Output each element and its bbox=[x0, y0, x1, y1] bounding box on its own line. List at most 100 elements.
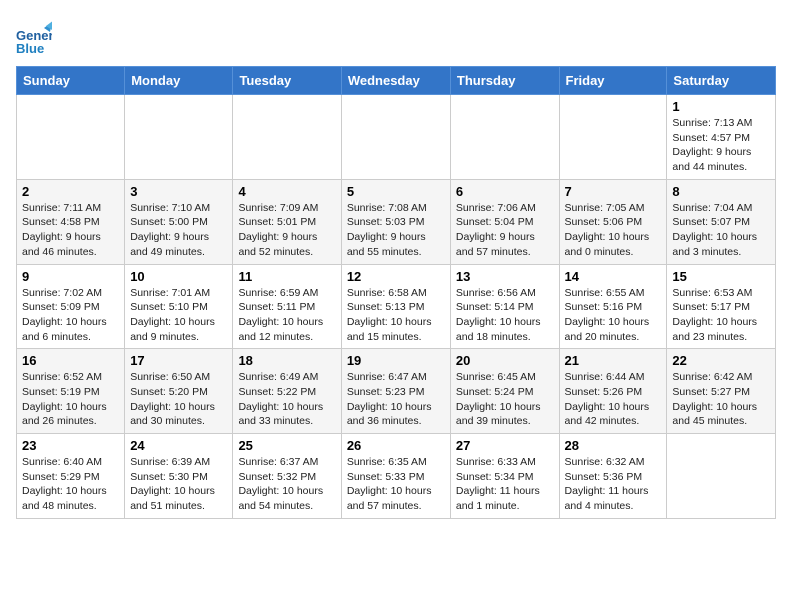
day-info: Sunrise: 6:42 AM Sunset: 5:27 PM Dayligh… bbox=[672, 370, 770, 429]
day-number: 4 bbox=[238, 184, 335, 199]
day-info: Sunrise: 6:52 AM Sunset: 5:19 PM Dayligh… bbox=[22, 370, 119, 429]
day-info: Sunrise: 6:55 AM Sunset: 5:16 PM Dayligh… bbox=[565, 286, 662, 345]
calendar-cell: 24 Sunrise: 6:39 AM Sunset: 5:30 PM Dayli… bbox=[125, 434, 233, 519]
weekday-header-tuesday: Tuesday bbox=[233, 67, 341, 95]
day-info: Sunrise: 7:08 AM Sunset: 5:03 PM Dayligh… bbox=[347, 201, 445, 260]
day-info: Sunrise: 7:01 AM Sunset: 5:10 PM Dayligh… bbox=[130, 286, 227, 345]
calendar-week-1: 1 Sunrise: 7:13 AM Sunset: 4:57 PM Daylig… bbox=[17, 95, 776, 180]
calendar-cell: 8 Sunrise: 7:04 AM Sunset: 5:07 PM Daylig… bbox=[667, 179, 776, 264]
day-number: 18 bbox=[238, 353, 335, 368]
day-info: Sunrise: 7:13 AM Sunset: 4:57 PM Dayligh… bbox=[672, 116, 770, 175]
calendar-cell: 4 Sunrise: 7:09 AM Sunset: 5:01 PM Daylig… bbox=[233, 179, 341, 264]
day-number: 21 bbox=[565, 353, 662, 368]
day-number: 11 bbox=[238, 269, 335, 284]
weekday-header-friday: Friday bbox=[559, 67, 667, 95]
calendar-table: SundayMondayTuesdayWednesdayThursdayFrid… bbox=[16, 66, 776, 519]
day-number: 19 bbox=[347, 353, 445, 368]
calendar-cell: 19 Sunrise: 6:47 AM Sunset: 5:23 PM Dayli… bbox=[341, 349, 450, 434]
calendar-cell: 3 Sunrise: 7:10 AM Sunset: 5:00 PM Daylig… bbox=[125, 179, 233, 264]
calendar-cell: 22 Sunrise: 6:42 AM Sunset: 5:27 PM Dayli… bbox=[667, 349, 776, 434]
day-info: Sunrise: 7:10 AM Sunset: 5:00 PM Dayligh… bbox=[130, 201, 227, 260]
day-info: Sunrise: 7:04 AM Sunset: 5:07 PM Dayligh… bbox=[672, 201, 770, 260]
logo: General Blue bbox=[16, 20, 56, 56]
logo-icon: General Blue bbox=[16, 20, 52, 56]
day-number: 12 bbox=[347, 269, 445, 284]
day-info: Sunrise: 6:58 AM Sunset: 5:13 PM Dayligh… bbox=[347, 286, 445, 345]
calendar-cell: 7 Sunrise: 7:05 AM Sunset: 5:06 PM Daylig… bbox=[559, 179, 667, 264]
calendar-week-2: 2 Sunrise: 7:11 AM Sunset: 4:58 PM Daylig… bbox=[17, 179, 776, 264]
day-info: Sunrise: 6:37 AM Sunset: 5:32 PM Dayligh… bbox=[238, 455, 335, 514]
day-number: 20 bbox=[456, 353, 554, 368]
calendar-cell: 11 Sunrise: 6:59 AM Sunset: 5:11 PM Dayli… bbox=[233, 264, 341, 349]
calendar-cell: 12 Sunrise: 6:58 AM Sunset: 5:13 PM Dayli… bbox=[341, 264, 450, 349]
day-info: Sunrise: 7:09 AM Sunset: 5:01 PM Dayligh… bbox=[238, 201, 335, 260]
day-info: Sunrise: 6:47 AM Sunset: 5:23 PM Dayligh… bbox=[347, 370, 445, 429]
day-number: 24 bbox=[130, 438, 227, 453]
day-number: 6 bbox=[456, 184, 554, 199]
day-number: 25 bbox=[238, 438, 335, 453]
day-number: 5 bbox=[347, 184, 445, 199]
day-number: 2 bbox=[22, 184, 119, 199]
day-info: Sunrise: 7:05 AM Sunset: 5:06 PM Dayligh… bbox=[565, 201, 662, 260]
day-info: Sunrise: 6:59 AM Sunset: 5:11 PM Dayligh… bbox=[238, 286, 335, 345]
calendar-cell: 26 Sunrise: 6:35 AM Sunset: 5:33 PM Dayli… bbox=[341, 434, 450, 519]
calendar-cell: 20 Sunrise: 6:45 AM Sunset: 5:24 PM Dayli… bbox=[450, 349, 559, 434]
weekday-header-monday: Monday bbox=[125, 67, 233, 95]
svg-text:Blue: Blue bbox=[16, 41, 44, 56]
calendar-cell: 5 Sunrise: 7:08 AM Sunset: 5:03 PM Daylig… bbox=[341, 179, 450, 264]
day-number: 14 bbox=[565, 269, 662, 284]
day-number: 7 bbox=[565, 184, 662, 199]
day-number: 1 bbox=[672, 99, 770, 114]
calendar-week-4: 16 Sunrise: 6:52 AM Sunset: 5:19 PM Dayli… bbox=[17, 349, 776, 434]
calendar-cell bbox=[667, 434, 776, 519]
calendar-cell: 15 Sunrise: 6:53 AM Sunset: 5:17 PM Dayli… bbox=[667, 264, 776, 349]
calendar-cell: 10 Sunrise: 7:01 AM Sunset: 5:10 PM Dayli… bbox=[125, 264, 233, 349]
calendar-cell bbox=[341, 95, 450, 180]
calendar-week-5: 23 Sunrise: 6:40 AM Sunset: 5:29 PM Dayli… bbox=[17, 434, 776, 519]
day-info: Sunrise: 6:39 AM Sunset: 5:30 PM Dayligh… bbox=[130, 455, 227, 514]
calendar-cell bbox=[17, 95, 125, 180]
calendar-cell: 14 Sunrise: 6:55 AM Sunset: 5:16 PM Dayli… bbox=[559, 264, 667, 349]
day-info: Sunrise: 6:32 AM Sunset: 5:36 PM Dayligh… bbox=[565, 455, 662, 514]
calendar-cell: 16 Sunrise: 6:52 AM Sunset: 5:19 PM Dayli… bbox=[17, 349, 125, 434]
day-info: Sunrise: 6:53 AM Sunset: 5:17 PM Dayligh… bbox=[672, 286, 770, 345]
page-header: General Blue bbox=[16, 16, 776, 56]
day-number: 16 bbox=[22, 353, 119, 368]
day-number: 13 bbox=[456, 269, 554, 284]
calendar-cell bbox=[450, 95, 559, 180]
calendar-cell: 13 Sunrise: 6:56 AM Sunset: 5:14 PM Dayli… bbox=[450, 264, 559, 349]
day-number: 28 bbox=[565, 438, 662, 453]
day-number: 26 bbox=[347, 438, 445, 453]
day-number: 3 bbox=[130, 184, 227, 199]
calendar-cell: 18Sunrise: 6:49 AM Sunset: 5:22 PM Dayli… bbox=[233, 349, 341, 434]
calendar-week-3: 9Sunrise: 7:02 AM Sunset: 5:09 PM Daylig… bbox=[17, 264, 776, 349]
calendar-cell: 23 Sunrise: 6:40 AM Sunset: 5:29 PM Dayli… bbox=[17, 434, 125, 519]
calendar-cell: 27Sunrise: 6:33 AM Sunset: 5:34 PM Dayli… bbox=[450, 434, 559, 519]
day-info: Sunrise: 6:35 AM Sunset: 5:33 PM Dayligh… bbox=[347, 455, 445, 514]
day-info: Sunrise: 6:56 AM Sunset: 5:14 PM Dayligh… bbox=[456, 286, 554, 345]
calendar-cell: 21 Sunrise: 6:44 AM Sunset: 5:26 PM Dayli… bbox=[559, 349, 667, 434]
calendar-cell bbox=[233, 95, 341, 180]
calendar-cell: 2 Sunrise: 7:11 AM Sunset: 4:58 PM Daylig… bbox=[17, 179, 125, 264]
day-info: Sunrise: 6:44 AM Sunset: 5:26 PM Dayligh… bbox=[565, 370, 662, 429]
weekday-header-saturday: Saturday bbox=[667, 67, 776, 95]
day-number: 15 bbox=[672, 269, 770, 284]
calendar-body: 1 Sunrise: 7:13 AM Sunset: 4:57 PM Daylig… bbox=[17, 95, 776, 519]
day-info: Sunrise: 7:11 AM Sunset: 4:58 PM Dayligh… bbox=[22, 201, 119, 260]
weekday-header-thursday: Thursday bbox=[450, 67, 559, 95]
calendar-cell bbox=[125, 95, 233, 180]
weekday-header-row: SundayMondayTuesdayWednesdayThursdayFrid… bbox=[17, 67, 776, 95]
calendar-cell: 1 Sunrise: 7:13 AM Sunset: 4:57 PM Daylig… bbox=[667, 95, 776, 180]
day-info: Sunrise: 7:02 AM Sunset: 5:09 PM Dayligh… bbox=[22, 286, 119, 345]
weekday-header-sunday: Sunday bbox=[17, 67, 125, 95]
calendar-cell: 25 Sunrise: 6:37 AM Sunset: 5:32 PM Dayli… bbox=[233, 434, 341, 519]
day-number: 17 bbox=[130, 353, 227, 368]
day-number: 23 bbox=[22, 438, 119, 453]
day-info: Sunrise: 6:45 AM Sunset: 5:24 PM Dayligh… bbox=[456, 370, 554, 429]
calendar-cell bbox=[559, 95, 667, 180]
day-info: Sunrise: 6:40 AM Sunset: 5:29 PM Dayligh… bbox=[22, 455, 119, 514]
day-number: 8 bbox=[672, 184, 770, 199]
calendar-cell: 17Sunrise: 6:50 AM Sunset: 5:20 PM Dayli… bbox=[125, 349, 233, 434]
day-number: 22 bbox=[672, 353, 770, 368]
day-number: 10 bbox=[130, 269, 227, 284]
